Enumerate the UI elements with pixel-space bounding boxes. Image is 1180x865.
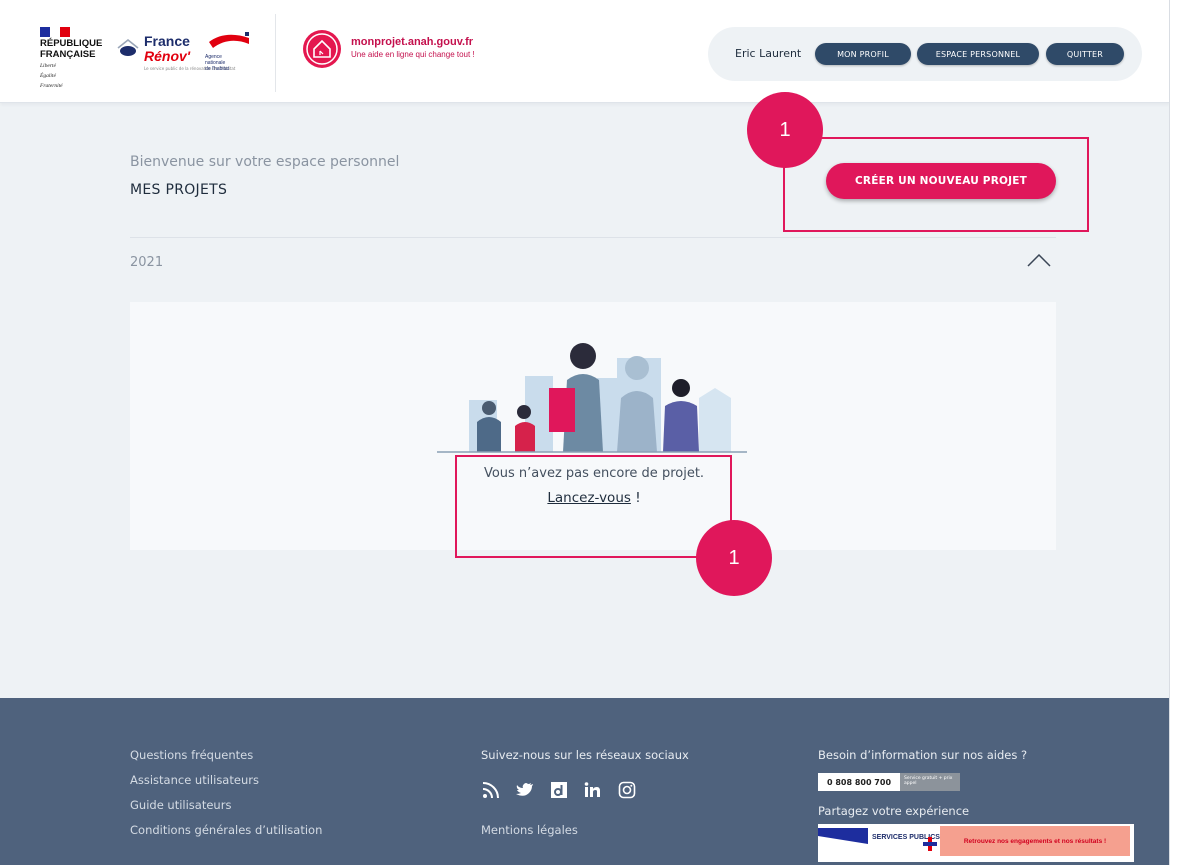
services-publics-banner-text: Retrouvez nos engagements et nos résulta… (940, 826, 1130, 856)
twitter-icon[interactable] (515, 780, 535, 800)
republique-line1: RÉPUBLIQUE (40, 38, 103, 49)
footer-link-guide[interactable]: Guide utilisateurs (130, 798, 231, 812)
phone-badge[interactable]: 0 808 800 700 Service gratuit + prix app… (818, 773, 960, 791)
anah-swoosh-icon (209, 32, 249, 48)
motto-fraternite: Fraternité (40, 83, 63, 89)
site-header: RÉPUBLIQUE FRANÇAISE Liberté Égalité Fra… (0, 0, 1169, 103)
social-title: Suivez-nous sur les réseaux sociaux (481, 748, 689, 762)
services-publics-banner[interactable]: SERVICES PUBLICS+ Retrouvez nos engageme… (818, 824, 1134, 862)
services-publics-shape-icon (818, 828, 868, 844)
app-frame: RÉPUBLIQUE FRANÇAISE Liberté Égalité Fra… (0, 0, 1170, 865)
french-flag-icon (40, 27, 70, 37)
monprojet-site-name: monprojet.anah.gouv.fr (351, 36, 474, 48)
social-links (481, 780, 637, 800)
motto-egalite: Égalité (40, 73, 56, 79)
republique-francaise-logo[interactable]: RÉPUBLIQUE FRANÇAISE Liberté Égalité Fra… (40, 27, 103, 89)
user-name: Eric Laurent (735, 47, 802, 60)
highlight-create-button (783, 137, 1089, 232)
chevron-up-icon[interactable] (1026, 252, 1052, 268)
user-bar: Eric Laurent MON PROFIL ESPACE PERSONNEL… (708, 27, 1142, 81)
footer-link-cgu[interactable]: Conditions générales d’utilisation (130, 823, 322, 837)
people-illustration (437, 343, 747, 453)
anah-line3: de l'habitat (205, 66, 230, 72)
welcome-text: Bienvenue sur votre espace personnel (130, 154, 400, 170)
page-title: MES PROJETS (130, 182, 228, 198)
personal-space-button[interactable]: ESPACE PERSONNEL (917, 43, 1039, 65)
footer-link-legal[interactable]: Mentions légales (481, 823, 578, 837)
info-title: Besoin d’information sur nos aides ? (818, 748, 1028, 762)
phone-note: Service gratuit + prix appel (900, 773, 960, 791)
footer-link-assistance[interactable]: Assistance utilisateurs (130, 773, 259, 787)
quit-button[interactable]: QUITTER (1046, 43, 1124, 65)
highlight-launch-area (455, 455, 732, 558)
profile-button[interactable]: MON PROFIL (815, 43, 911, 65)
republique-line2: FRANÇAISE (40, 49, 96, 60)
france-renov-line2: Rénov' (144, 48, 191, 64)
section-divider (130, 237, 1056, 238)
share-title: Partagez votre expérience (818, 804, 970, 818)
services-publics-plus-icon (923, 837, 937, 851)
footer-link-faq[interactable]: Questions fréquentes (130, 748, 253, 762)
annotation-badge-bottom: 1 (696, 520, 772, 596)
monprojet-tagline: Une aide en ligne qui change tout ! (351, 50, 475, 59)
dailymotion-icon[interactable] (549, 780, 569, 800)
anah-logo[interactable]: Agence nationale de l'habitat (205, 30, 263, 75)
monprojet-house-icon (303, 30, 341, 68)
year-label: 2021 (130, 255, 164, 270)
france-renov-logo[interactable]: France Rénov' Le service public de la ré… (117, 33, 235, 73)
linkedin-icon[interactable] (583, 780, 603, 800)
france-renov-house-icon (117, 39, 139, 56)
motto-liberte: Liberté (40, 63, 56, 69)
header-divider (275, 14, 276, 92)
annotation-badge-top: 1 (747, 92, 823, 168)
instagram-icon[interactable] (617, 780, 637, 800)
phone-number: 0 808 800 700 (818, 773, 900, 791)
france-renov-line1: France (144, 33, 190, 49)
rss-icon[interactable] (481, 780, 501, 800)
